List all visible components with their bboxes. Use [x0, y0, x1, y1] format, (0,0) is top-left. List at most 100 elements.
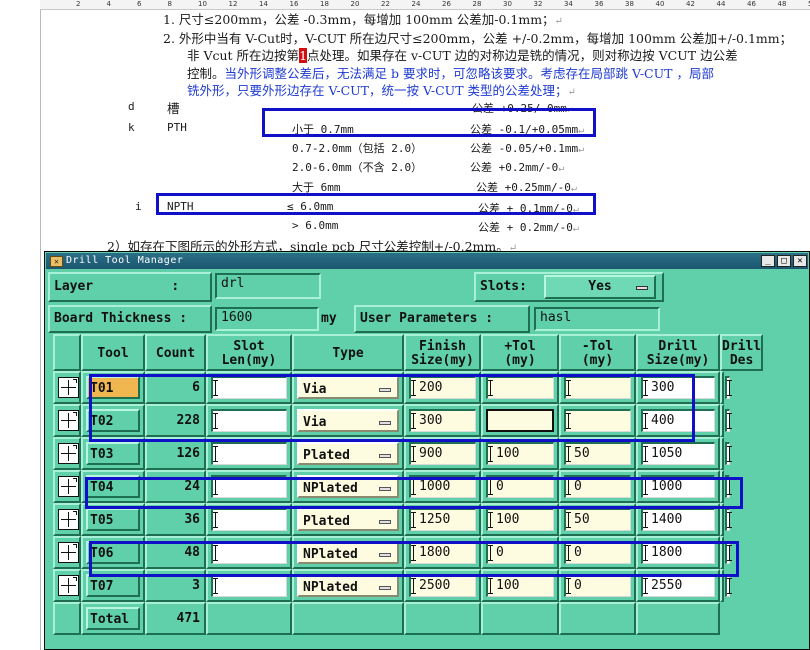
option-menu-indicator-icon [379, 520, 391, 524]
annotation-box [262, 108, 596, 137]
annotation-box [85, 477, 743, 509]
minus-tol-input[interactable]: 50 [564, 508, 631, 531]
slots-value: Yes [588, 279, 612, 294]
slots-option-button[interactable]: Yes [544, 275, 656, 299]
finish-size-value: 1250 [419, 512, 451, 527]
layer-field[interactable]: drl [215, 273, 321, 299]
total-empty-cell [292, 602, 404, 635]
drill-des-input[interactable] [725, 376, 732, 399]
board-thickness-field[interactable]: 1600 [215, 307, 319, 331]
text-cursor-icon [727, 445, 734, 462]
drill-des-input[interactable] [725, 442, 732, 465]
ruler-tick: 10 [198, 0, 207, 8]
expand-plus-icon[interactable] [58, 575, 79, 596]
type-option-button[interactable]: Plated [297, 442, 399, 465]
plus-tol-value: 100 [496, 446, 520, 461]
corner-mark [73, 412, 77, 416]
option-menu-indicator-icon [379, 586, 391, 590]
window-title: Drill Tool Manager [66, 255, 184, 266]
finish-size-input[interactable]: 2500 [409, 574, 476, 597]
user-parameters-field[interactable]: hasl [534, 307, 660, 331]
plus-tol-value: 100 [496, 578, 520, 593]
minimize-icon[interactable]: _ [761, 255, 775, 267]
finish-size-input[interactable]: 1250 [409, 508, 476, 531]
total-empty-cell [206, 602, 292, 635]
plus-tol-input[interactable]: 100 [486, 508, 554, 531]
plus-tol-value: 100 [496, 512, 520, 527]
doc-tolerance: 公差 + 0.2mm/-0↵ [478, 221, 579, 234]
text-cursor-icon [411, 445, 418, 462]
ruler-tick: 36 [594, 0, 604, 8]
title-bar[interactable]: ✕ Drill Tool Manager _ □ ✕ [46, 253, 808, 269]
plus-tol-input[interactable]: 100 [486, 442, 554, 465]
expand-plus-icon[interactable] [58, 410, 79, 431]
slot-length-input[interactable] [211, 442, 287, 465]
finish-size-input[interactable]: 900 [409, 442, 476, 465]
drill-size-input[interactable]: 2550 [641, 574, 715, 597]
corner-mark [73, 577, 77, 581]
text-cursor-icon [643, 445, 650, 462]
text-cursor-icon [566, 577, 573, 594]
type-value: Plated [303, 514, 350, 529]
ruler-tick: 40 [655, 0, 665, 8]
app-icon: ✕ [50, 256, 63, 267]
tool-button[interactable]: T07 [86, 574, 140, 597]
doc-line: 非 Vcut 所在边按第1点处理。如果存在 v-CUT 边的对称边是铣的情况，则… [187, 48, 738, 63]
expand-plus-icon[interactable] [58, 377, 79, 398]
expand-plus-icon[interactable] [58, 509, 79, 530]
doc-line: 1. 尺寸≤200mm，公差 -0.3mm，每增加 100mm 公差加-0.1m… [163, 12, 563, 27]
expand-cell [53, 437, 81, 470]
text-cursor-icon [411, 577, 418, 594]
ruler-tick: 32 [533, 0, 543, 8]
type-option-button[interactable]: NPlated [297, 574, 399, 597]
expand-plus-icon[interactable] [58, 476, 79, 497]
ruler-tick: 18 [320, 0, 329, 8]
expand-cell [53, 470, 81, 503]
tool-button[interactable]: T05 [86, 508, 140, 531]
total-empty-cell [636, 602, 720, 635]
drill-des-input[interactable] [725, 508, 732, 531]
text-cursor-icon [488, 511, 495, 528]
ruler-tick: 6 [137, 0, 142, 8]
slot-length-input[interactable] [211, 508, 287, 531]
text-cursor-icon [727, 412, 734, 429]
drill-size-input[interactable]: 1400 [641, 508, 715, 531]
tool-button[interactable]: T03 [86, 442, 140, 465]
type-option-button[interactable]: Plated [297, 508, 399, 531]
total-label: Total [86, 607, 140, 630]
column-header: -Tol (my) [559, 334, 636, 371]
text-cursor-icon [213, 577, 220, 594]
column-header: Finish Size(my) [404, 334, 481, 371]
text-cursor-icon [488, 577, 495, 594]
drill-des-cell [720, 404, 732, 437]
annotation-box [89, 541, 739, 577]
expand-cell [53, 569, 81, 602]
text-cursor-icon [566, 445, 573, 462]
doc-item-key: i [135, 200, 142, 213]
maximize-icon[interactable]: □ [777, 255, 791, 267]
drill-des-input[interactable] [725, 409, 732, 432]
expand-cell [53, 404, 81, 437]
expand-cell [53, 503, 81, 536]
ruler-tick: 16 [289, 0, 299, 8]
total-label-cell: Total [81, 602, 145, 635]
text-cursor-icon [727, 379, 734, 396]
doc-range: 0.7-2.0mm（包括 2.0） [292, 142, 423, 155]
minus-tol-input[interactable]: 0 [564, 574, 631, 597]
plus-tol-input[interactable]: 100 [486, 574, 554, 597]
minus-tol-value: 50 [574, 446, 590, 461]
expand-plus-icon[interactable] [58, 443, 79, 464]
drill-size-value: 2550 [651, 578, 683, 593]
expand-plus-icon[interactable] [58, 542, 79, 563]
column-header: Drill Size(my) [636, 334, 720, 371]
drill-des-input[interactable] [725, 574, 732, 597]
drill-tool-manager-window[interactable]: ✕ Drill Tool Manager _ □ ✕ Layer : drl S… [44, 251, 810, 650]
ruler-tick: 20 [350, 0, 360, 8]
drill-size-input[interactable]: 1050 [641, 442, 715, 465]
board-thickness-unit: my [321, 311, 337, 326]
column-header: Slot Len(my) [206, 334, 292, 371]
slot-length-input[interactable] [211, 574, 287, 597]
minus-tol-input[interactable]: 50 [564, 442, 631, 465]
close-icon[interactable]: ✕ [793, 255, 807, 267]
left-margin [0, 0, 41, 650]
